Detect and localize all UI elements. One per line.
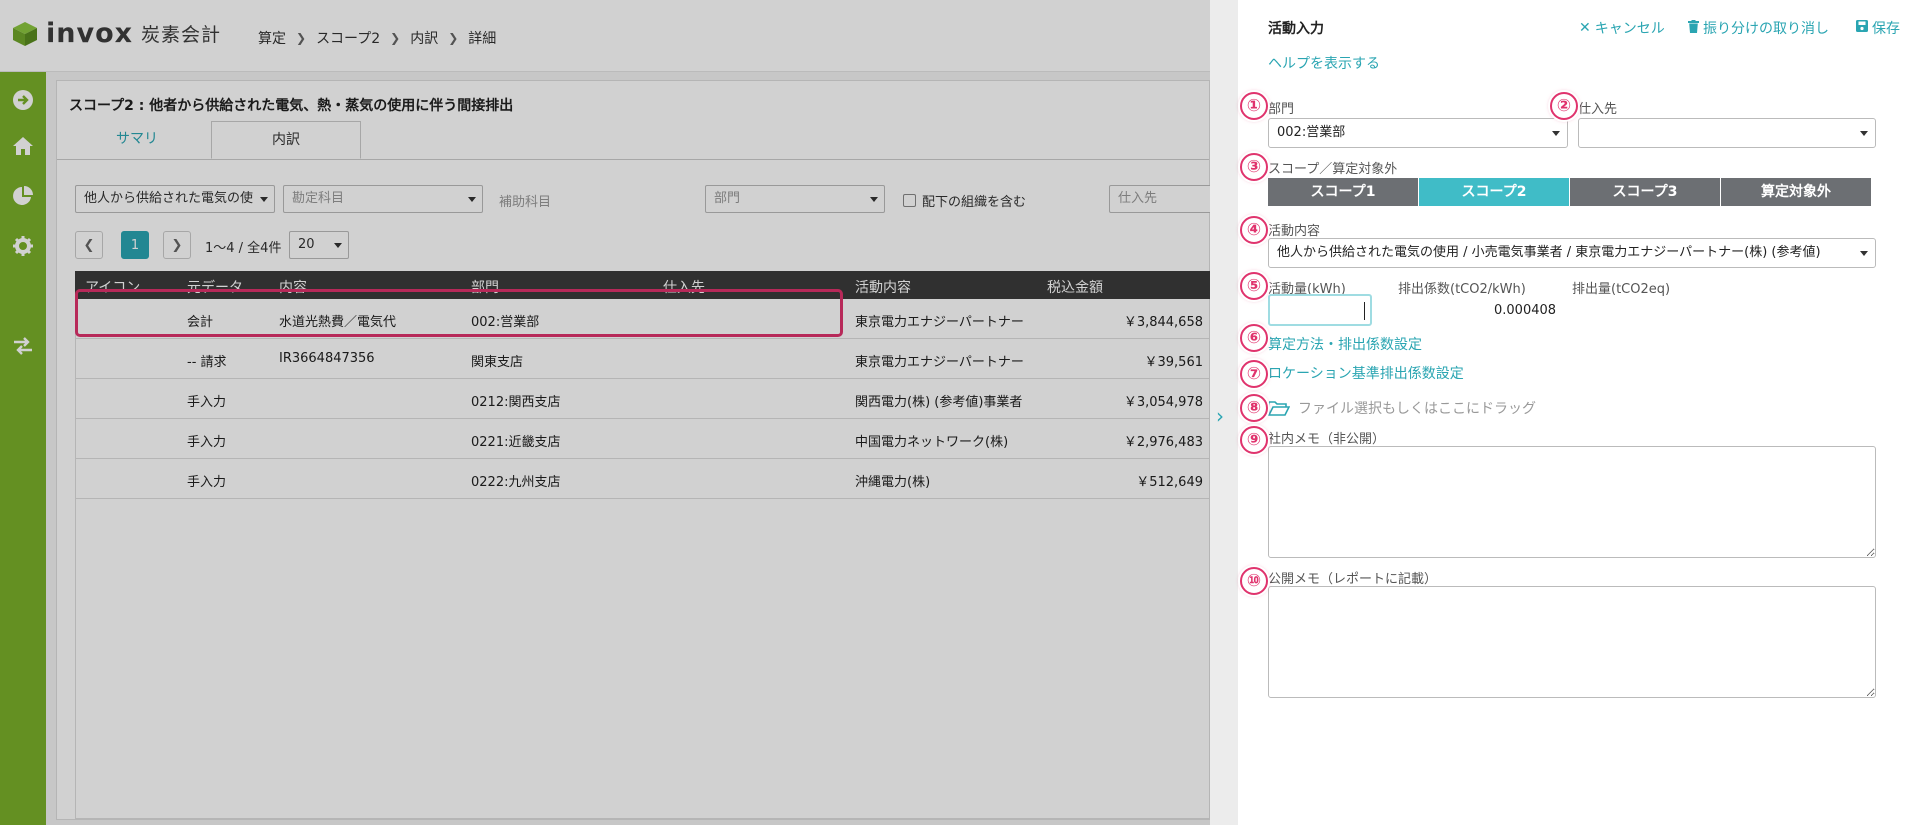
- modal-backdrop[interactable]: [0, 0, 1210, 825]
- chevron-right-icon[interactable]: ›: [1216, 404, 1224, 428]
- activity-value: 他人から供給された電気の使用 / 小売電気事業者 / 東京電力エナジーパートナー…: [1277, 245, 1821, 260]
- caret-down-icon: [1860, 131, 1868, 136]
- undo-allocation-button[interactable]: 振り分けの取り消し: [1688, 18, 1829, 38]
- callout-badge-7: ⑦: [1240, 360, 1268, 388]
- save-label: 保存: [1872, 21, 1900, 37]
- public-memo-label: 公開メモ（レポートに記載）: [1268, 572, 1438, 587]
- supplier-select[interactable]: [1578, 118, 1876, 148]
- folder-open-icon: [1268, 401, 1290, 416]
- drawer-toggle[interactable]: ›: [1210, 0, 1238, 825]
- scope-button-group: スコープ1 スコープ2 スコープ3 算定対象外: [1268, 178, 1872, 206]
- amount-input[interactable]: [1268, 294, 1372, 326]
- emission-amount-label: 排出量(tCO2eq): [1572, 282, 1671, 297]
- callout-badge-4: ④: [1240, 216, 1268, 244]
- cancel-button[interactable]: ✕ キャンセル: [1579, 18, 1665, 38]
- caret-down-icon: [1552, 131, 1560, 136]
- callout-badge-9: ⑨: [1240, 426, 1268, 454]
- callout-badge-5: ⑤: [1240, 272, 1268, 300]
- activity-input-drawer: 活動入力 ✕ キャンセル 振り分けの取り消し 保存 ヘルプを表示する ① 部門 0…: [1238, 0, 1914, 825]
- supplier-label: 仕入先: [1578, 102, 1618, 117]
- emission-factor-value: 0.000408: [1494, 303, 1557, 318]
- close-icon: ✕: [1579, 20, 1591, 36]
- save-icon: [1856, 20, 1868, 36]
- file-drop-zone[interactable]: ファイル選択もしくはここにドラッグ: [1268, 398, 1536, 418]
- file-drop-text: ファイル選択もしくはここにドラッグ: [1298, 401, 1536, 417]
- callout-badge-3: ③: [1240, 153, 1268, 181]
- department-value: 002:営業部: [1277, 125, 1346, 140]
- activity-label: 活動内容: [1268, 224, 1321, 239]
- callout-badge-1: ①: [1240, 92, 1268, 120]
- out-of-scope-button[interactable]: 算定対象外: [1721, 178, 1871, 206]
- main-app: invox 炭素会計 算定 ❯ スコープ2 ❯ 内訳 ❯ 詳細 スコープ2: …: [0, 0, 1210, 825]
- emission-factor-label: 排出係数(tCO2/kWh): [1398, 282, 1526, 297]
- department-select[interactable]: 002:営業部: [1268, 118, 1568, 148]
- scope-label: スコープ／算定対象外: [1268, 162, 1398, 177]
- callout-badge-10: ⑩: [1240, 567, 1268, 595]
- callout-badge-8: ⑧: [1240, 394, 1268, 422]
- drawer-title: 活動入力: [1268, 21, 1324, 37]
- help-link[interactable]: ヘルプを表示する: [1268, 53, 1380, 73]
- internal-memo-label: 社内メモ（非公開）: [1268, 432, 1386, 447]
- callout-badge-2: ②: [1550, 92, 1578, 120]
- scope-2-button[interactable]: スコープ2: [1419, 178, 1569, 206]
- text-cursor: [1364, 302, 1365, 320]
- scope-1-button[interactable]: スコープ1: [1268, 178, 1418, 206]
- internal-memo-textarea[interactable]: [1268, 446, 1876, 558]
- activity-select[interactable]: 他人から供給された電気の使用 / 小売電気事業者 / 東京電力エナジーパートナー…: [1268, 238, 1876, 268]
- department-label: 部門: [1268, 102, 1295, 117]
- scope-3-button[interactable]: スコープ3: [1570, 178, 1720, 206]
- method-settings-link[interactable]: 算定方法・排出係数設定: [1268, 334, 1422, 354]
- trash-icon: [1688, 19, 1699, 37]
- public-memo-textarea[interactable]: [1268, 586, 1876, 698]
- location-factor-link[interactable]: ロケーション基準排出係数設定: [1268, 363, 1464, 383]
- save-button[interactable]: 保存: [1856, 18, 1900, 38]
- undo-allocation-label: 振り分けの取り消し: [1703, 21, 1829, 37]
- cancel-label: キャンセル: [1594, 21, 1665, 37]
- caret-down-icon: [1860, 251, 1868, 256]
- callout-badge-6: ⑥: [1240, 324, 1268, 352]
